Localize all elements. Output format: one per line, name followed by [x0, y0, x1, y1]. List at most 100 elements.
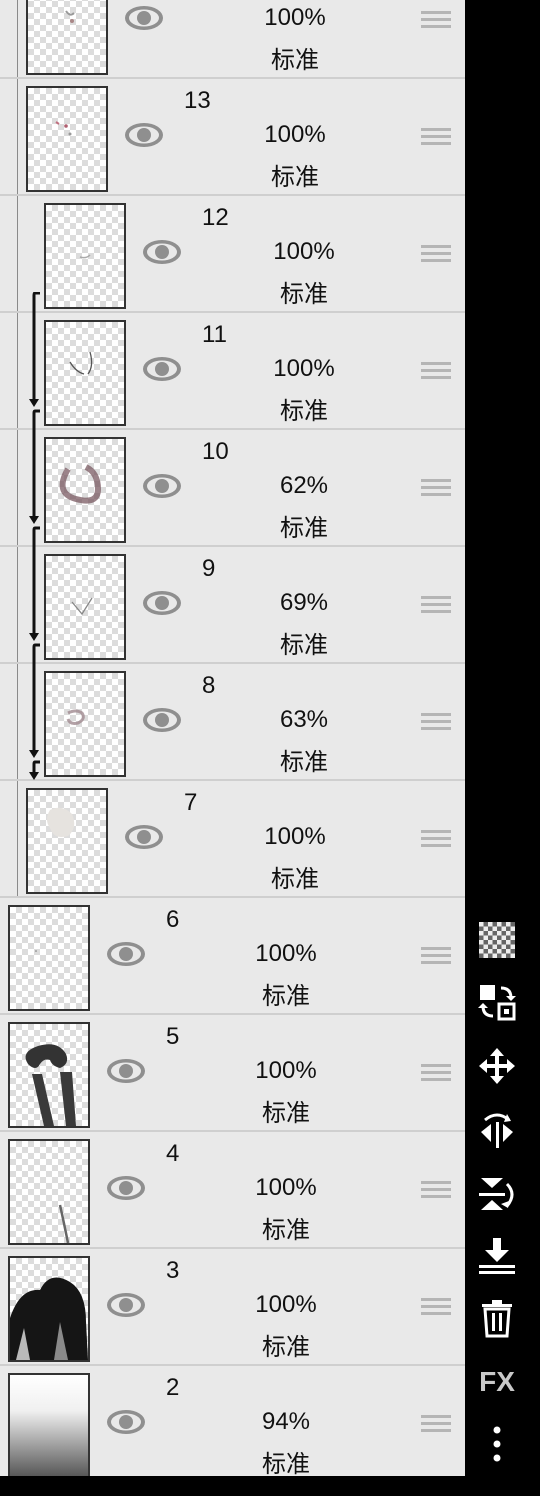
layer-row-12[interactable]: 12 100% 标准 [0, 196, 465, 313]
layer-row-9[interactable]: 9 69% 标准 [0, 547, 465, 664]
layer-number: 12 [202, 204, 229, 231]
visibility-eye-icon[interactable] [105, 1056, 147, 1086]
layer-blend-mode: 标准 [280, 515, 328, 542]
layer-opacity: 100% [255, 1291, 317, 1318]
layer-blend-mode: 标准 [262, 1334, 310, 1361]
move-icon[interactable] [475, 1044, 519, 1088]
drag-handle-icon[interactable] [421, 1181, 451, 1201]
layer-opacity: 100% [264, 121, 326, 148]
transparency-checker-icon[interactable] [475, 918, 519, 962]
drag-handle-icon[interactable] [421, 830, 451, 850]
layer-panel: 100% 标准 13 100% 标准 12 100% 标准 11 100% 标准… [0, 0, 465, 1476]
layer-opacity: 94% [261, 1408, 311, 1435]
visibility-eye-icon[interactable] [105, 1407, 147, 1437]
layer-thumbnail[interactable] [44, 203, 126, 309]
drag-handle-icon[interactable] [421, 1064, 451, 1084]
group-line [17, 430, 18, 545]
visibility-eye-icon[interactable] [105, 1173, 147, 1203]
group-line [17, 196, 18, 311]
layer-blend-mode: 标准 [280, 632, 328, 659]
drag-handle-icon[interactable] [421, 596, 451, 616]
layer-row-5[interactable]: 5 100% 标准 [0, 1015, 465, 1132]
layer-thumbnail[interactable] [26, 0, 108, 75]
fx-label: FX [479, 1366, 515, 1397]
fx-icon[interactable]: FX [475, 1360, 519, 1404]
drag-handle-icon[interactable] [421, 479, 451, 499]
layer-opacity: 63% [279, 706, 329, 733]
layer-thumbnail[interactable] [44, 437, 126, 543]
layer-thumbnail[interactable] [44, 554, 126, 660]
drag-handle-icon[interactable] [421, 362, 451, 382]
layer-row-3[interactable]: 3 100% 标准 [0, 1249, 465, 1366]
layer-blend-mode: 标准 [271, 866, 319, 893]
layer-thumbnail[interactable] [26, 86, 108, 192]
visibility-eye-icon[interactable] [141, 705, 183, 735]
visibility-eye-icon[interactable] [105, 1290, 147, 1320]
visibility-eye-icon[interactable] [141, 588, 183, 618]
layer-number: 4 [166, 1140, 180, 1167]
layer-row-6[interactable]: 6 100% 标准 [0, 898, 465, 1015]
layer-opacity: 100% [264, 823, 326, 850]
layer-blend-mode: 标准 [271, 47, 319, 74]
drag-handle-icon[interactable] [421, 713, 451, 733]
drag-handle-icon[interactable] [421, 1298, 451, 1318]
layer-opacity: 100% [273, 238, 335, 265]
swap-layer-icon[interactable] [475, 980, 519, 1024]
layer-thumbnail[interactable] [26, 788, 108, 894]
layer-blend-mode: 标准 [280, 281, 328, 308]
layer-number: 9 [202, 555, 216, 582]
layer-row-13[interactable]: 13 100% 标准 [0, 79, 465, 196]
visibility-eye-icon[interactable] [123, 120, 165, 150]
visibility-eye-icon[interactable] [105, 939, 147, 969]
delete-icon[interactable] [475, 1296, 519, 1340]
layer-number: 11 [202, 321, 227, 348]
drag-handle-icon[interactable] [421, 245, 451, 265]
layer-row-10[interactable]: 10 62% 标准 [0, 430, 465, 547]
layer-thumbnail[interactable] [44, 671, 126, 777]
drag-handle-icon[interactable] [421, 1415, 451, 1435]
layer-thumbnail[interactable] [8, 1373, 90, 1476]
layer-row-11[interactable]: 11 100% 标准 [0, 313, 465, 430]
layer-opacity: 100% [255, 1174, 317, 1201]
layer-number: 5 [166, 1023, 180, 1050]
clipping-arrow-icon [29, 547, 40, 664]
visibility-eye-icon[interactable] [123, 822, 165, 852]
layer-thumbnail[interactable] [44, 320, 126, 426]
layer-blend-mode: 标准 [280, 749, 328, 776]
drag-handle-icon[interactable] [421, 128, 451, 148]
layer-thumbnail[interactable] [8, 1256, 90, 1362]
layer-number: 7 [184, 789, 198, 816]
visibility-eye-icon[interactable] [141, 237, 183, 267]
layer-opacity: 100% [255, 940, 317, 967]
layer-thumbnail[interactable] [8, 905, 90, 1011]
visibility-eye-icon[interactable] [141, 471, 183, 501]
layer-thumbnail[interactable] [8, 1139, 90, 1245]
layer-row-7[interactable]: 7 100% 标准 [0, 781, 465, 898]
layer-thumbnail[interactable] [8, 1022, 90, 1128]
merge-down-icon[interactable] [475, 1234, 519, 1278]
clipping-arrow-icon [32, 292, 40, 313]
layer-row-8[interactable]: 8 63% 标准 [0, 664, 465, 781]
clipping-arrow-icon [29, 313, 40, 430]
group-line [17, 0, 18, 77]
group-line [17, 313, 18, 428]
layer-row-2[interactable]: 2 94% 标准 [0, 1366, 465, 1476]
visibility-eye-icon[interactable] [123, 3, 165, 33]
clipping-arrow-icon [29, 664, 40, 780]
visibility-eye-icon[interactable] [141, 354, 183, 384]
layer-opacity: 100% [273, 355, 335, 382]
flip-vertical-icon[interactable] [475, 1172, 519, 1216]
clipping-arrow-icon [29, 430, 40, 547]
drag-handle-icon[interactable] [421, 11, 451, 31]
layer-blend-mode: 标准 [262, 1100, 310, 1127]
drag-handle-icon[interactable] [421, 947, 451, 967]
layer-row-top[interactable]: 100% 标准 [0, 0, 465, 79]
layer-row-4[interactable]: 4 100% 标准 [0, 1132, 465, 1249]
more-icon[interactable] [475, 1422, 519, 1466]
layer-number: 2 [166, 1374, 180, 1401]
layer-opacity: 100% [264, 4, 326, 31]
layer-number: 13 [184, 87, 211, 114]
layer-number: 6 [166, 906, 180, 933]
layer-blend-mode: 标准 [262, 1217, 310, 1244]
flip-horizontal-icon[interactable] [475, 1110, 519, 1154]
